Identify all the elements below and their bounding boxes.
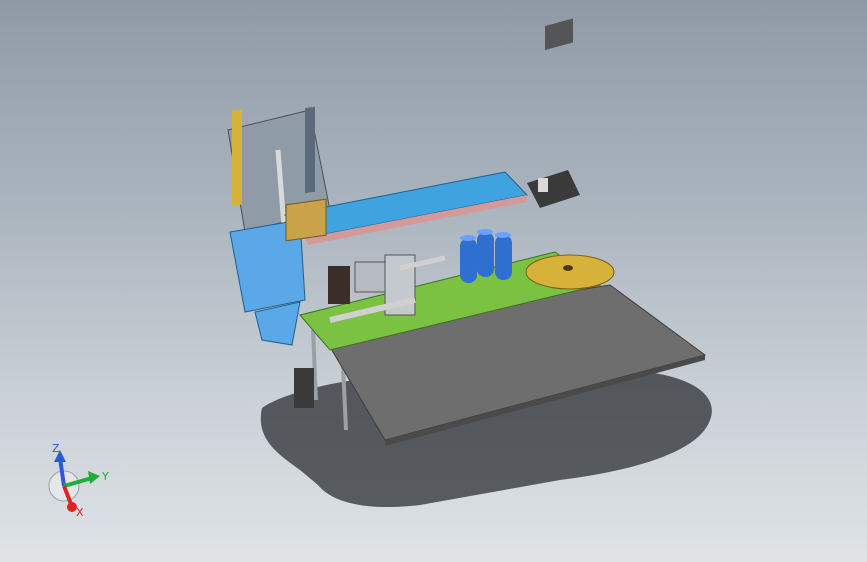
dark-block — [328, 266, 350, 304]
servo-motor[interactable] — [527, 18, 580, 208]
column-rail-left — [232, 109, 242, 206]
y-axis-label: Y — [101, 470, 109, 483]
lower-motor — [294, 368, 314, 408]
cad-viewport[interactable]: Z Y X — [0, 0, 867, 562]
disk-hub — [563, 265, 573, 271]
x-axis-label: X — [76, 506, 84, 519]
capacitors[interactable] — [460, 229, 512, 283]
axis-triad[interactable]: Z Y X — [38, 440, 118, 520]
y-axis-arrow — [88, 471, 100, 484]
z-axis-label: Z — [52, 442, 60, 455]
3d-model-render[interactable] — [0, 0, 867, 562]
chip-block[interactable] — [285, 198, 327, 242]
column-rail-right — [305, 106, 315, 193]
gold-disk[interactable] — [525, 254, 615, 290]
